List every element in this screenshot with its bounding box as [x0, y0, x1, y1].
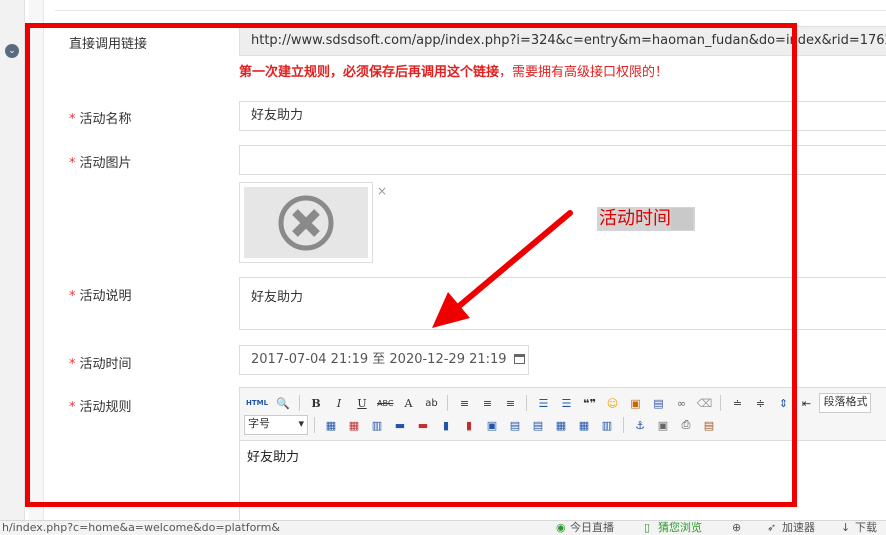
annotation-arrow [432, 210, 573, 328]
rocket-icon: ➶ [767, 521, 777, 534]
download-icon: ↓ [841, 521, 851, 534]
status-accel[interactable]: 加速器 [782, 521, 815, 535]
status-url: h/index.php?c=home&a=welcome&do=platform… [2, 521, 280, 534]
accel-icon: ⊕ [732, 521, 742, 534]
status-live[interactable]: 今日直播 [570, 521, 614, 535]
status-browse[interactable]: 猜您浏览 [658, 521, 702, 535]
browse-icon: ▯ [644, 521, 651, 534]
live-icon: ◉ [556, 521, 566, 534]
browser-status-bar: h/index.php?c=home&a=welcome&do=platform… [0, 520, 886, 535]
status-download[interactable]: 下载 [855, 521, 877, 535]
